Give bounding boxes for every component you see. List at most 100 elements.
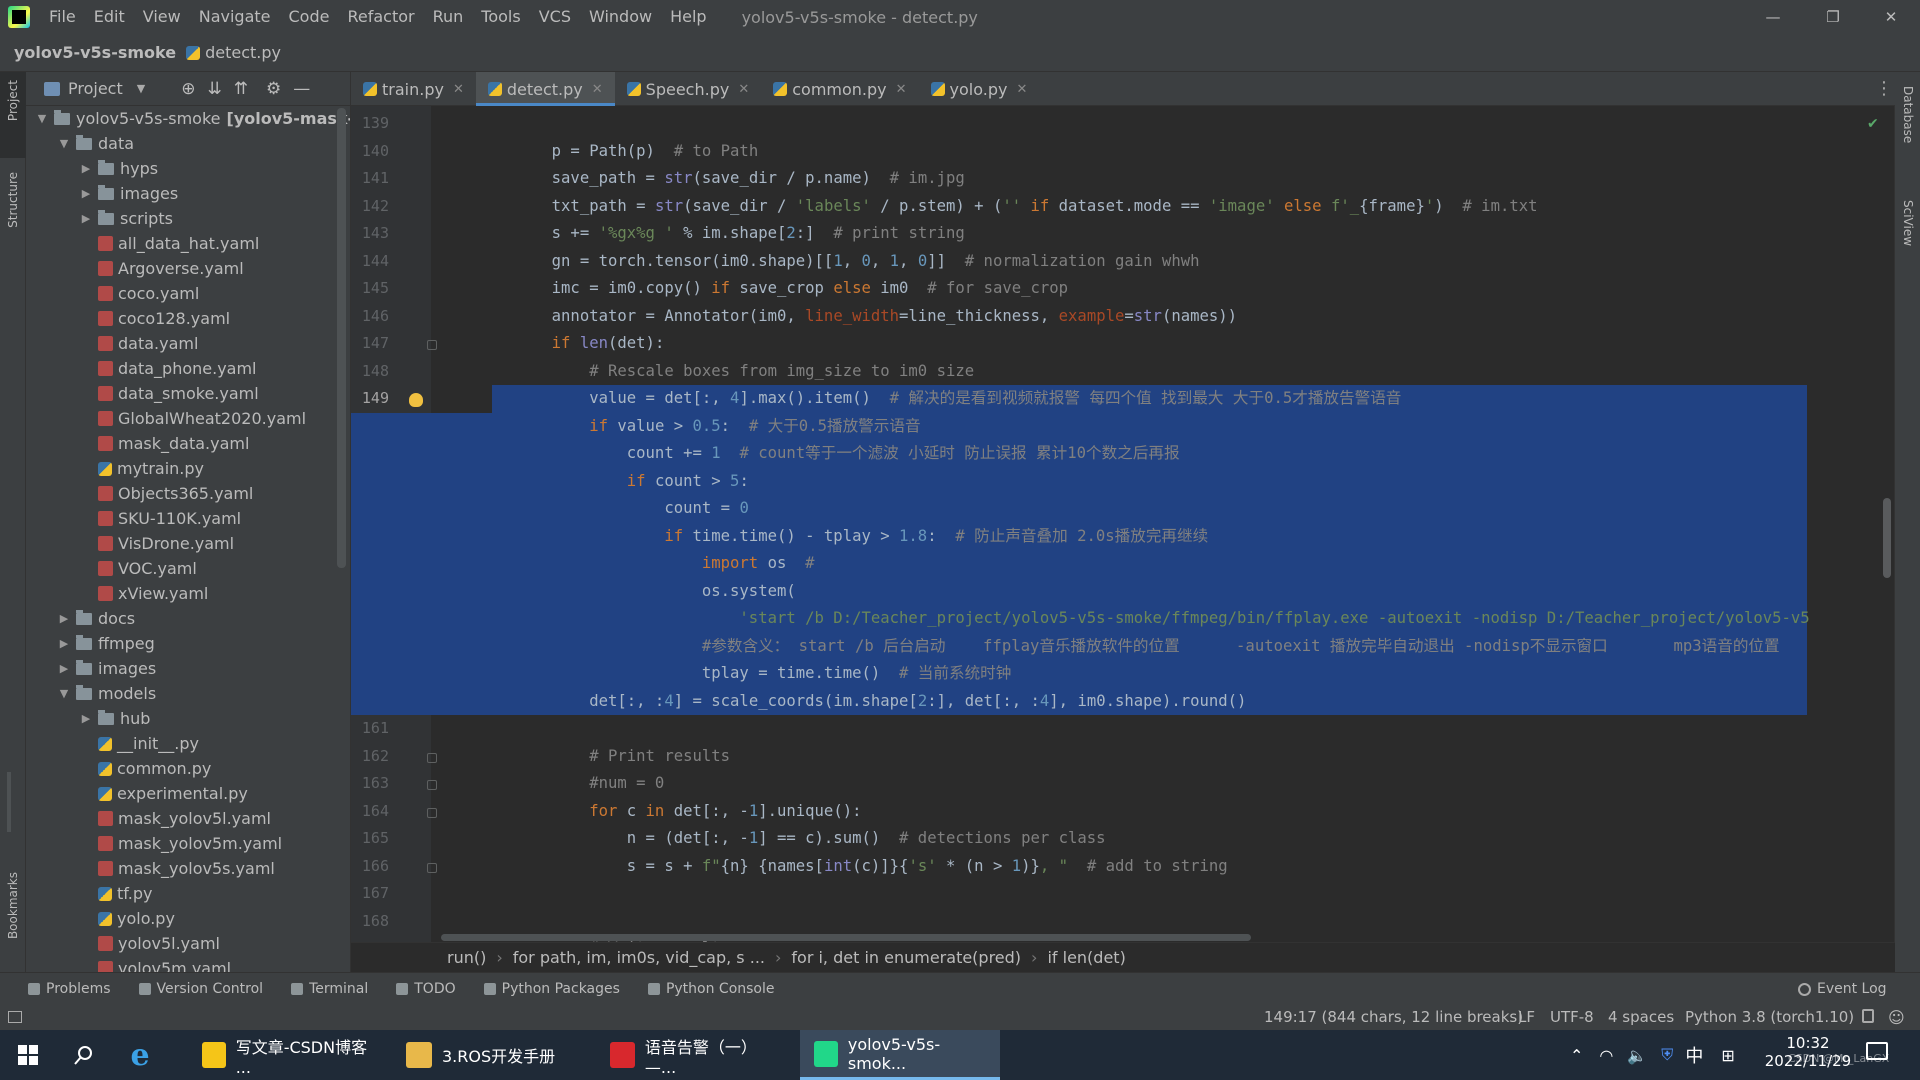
code-line[interactable]: # Rescale boxes from img_size to im0 siz… [439,358,974,385]
ime-indicator[interactable]: 中 [1685,1042,1703,1068]
code-line[interactable]: if value > 0.5: # 大于0.5播放警示语音 [439,413,920,440]
shield-icon[interactable]: ⛨ [1661,1045,1673,1065]
tree-item[interactable]: ▶ hyps [78,156,158,181]
vertical-scrollbar[interactable] [1883,498,1891,578]
fold-marker-icon[interactable] [427,862,437,873]
tree-item[interactable]: data_smoke.yaml [78,381,259,406]
tool-tab-version-control[interactable]: Version Control [138,981,263,997]
indent-setting[interactable]: 4 spaces [1608,1008,1674,1026]
code-line[interactable]: #num = 0 [439,770,664,797]
chevron-down-icon[interactable]: ▼ [56,681,72,706]
minimize-button[interactable]: — [1744,0,1802,34]
line-separator[interactable]: LF [1518,1008,1535,1026]
close-tab-icon[interactable]: ✕ [738,82,749,97]
tree-item[interactable]: ▶ scripts [78,206,173,231]
close-tab-icon[interactable]: ✕ [592,82,603,97]
chevron-right-icon[interactable]: ▶ [56,656,72,681]
tree-item[interactable]: mytrain.py [78,456,204,481]
code-line[interactable]: det[:, :4] = scale_coords(im.shape[2:], … [439,688,1246,715]
python-interpreter[interactable]: Python 3.8 (torch1.10) [1685,1008,1854,1026]
tree-item[interactable]: mask_yolov5m.yaml [78,831,282,856]
horizontal-scrollbar[interactable] [441,934,1251,941]
tree-item[interactable]: ▼ yolov5-v5s-smoke [yolov5-mask-42 [34,106,377,131]
sciview-tool-label[interactable]: SciView [1901,200,1915,246]
expand-all-icon[interactable]: ⇊ [207,79,221,99]
notifications-icon[interactable]: ☺ [1888,1008,1905,1027]
code-line[interactable]: 'start /b D:/Teacher_project/yolov5-v5s-… [439,605,1809,632]
chevron-right-icon[interactable]: ▶ [56,606,72,631]
nav-project-name[interactable]: yolov5-v5s-smoke [14,43,176,62]
code-line[interactable]: gn = torch.tensor(im0.shape)[[1, 0, 1, 0… [439,248,1200,275]
hide-panel-icon[interactable]: — [293,79,310,99]
start-button[interactable] [0,1030,56,1080]
code-line[interactable]: # Print results [439,743,730,770]
code-line[interactable]: save_path = str(save_dir / p.name) # im.… [439,165,965,192]
taskbar-app[interactable]: 语音告警（一）—... [596,1030,796,1080]
close-tab-icon[interactable]: ✕ [1016,82,1027,97]
nav-file[interactable]: detect.py [186,43,281,62]
wifi-icon[interactable]: ◠ [1599,1046,1613,1065]
tree-item[interactable]: common.py [78,756,211,781]
code-area[interactable]: p = Path(p) # to Path save_path = str(sa… [439,106,1895,943]
restore-button[interactable]: ❐ [1804,0,1862,34]
code-line[interactable]: os.system( [439,578,796,605]
code-line[interactable]: value = det[:, 4].max().item() # 解决的是看到视… [439,385,1401,412]
code-line[interactable]: #参数含义： start /b 后台启动 ffplay音乐播放软件的位置 -au… [439,633,1780,660]
tree-item[interactable]: experimental.py [78,781,248,806]
menu-refactor[interactable]: Refactor [338,0,423,34]
database-tool-label[interactable]: Database [1901,86,1915,143]
tree-item[interactable]: Objects365.yaml [78,481,253,506]
project-panel-title[interactable]: Project [68,79,123,98]
tray-expand-icon[interactable]: ⌃ [1570,1046,1583,1065]
locate-icon[interactable]: ⊕ [181,79,195,99]
menu-navigate[interactable]: Navigate [190,0,280,34]
tree-item[interactable]: mask_data.yaml [78,431,249,456]
tool-tab-todo[interactable]: TODO [396,981,456,997]
breadcrumb-item[interactable]: for i, det in enumerate(pred) [791,948,1021,967]
menu-vcs[interactable]: VCS [530,0,580,34]
inspection-ok-icon[interactable]: ✔ [1867,116,1879,132]
lock-icon[interactable] [1862,1009,1874,1023]
volume-icon[interactable]: 🔈 [1627,1046,1647,1065]
code-line[interactable]: if count > 5: [439,468,749,495]
taskbar-app[interactable]: yolov5-v5s-smok... [800,1030,1000,1080]
tree-item[interactable]: ▶ images [56,656,156,681]
tree-item[interactable]: GlobalWheat2020.yaml [78,406,306,431]
lightbulb-icon[interactable] [409,393,423,407]
tree-item[interactable]: yolo.py [78,906,175,931]
event-log-tab[interactable]: Event Log [1798,981,1887,997]
fold-marker-icon[interactable] [427,807,437,818]
project-scrollbar[interactable] [337,108,346,568]
tool-tab-terminal[interactable]: Terminal [291,981,368,997]
tree-item[interactable]: VisDrone.yaml [78,531,234,556]
tree-item[interactable]: ▶ hub [78,706,151,731]
code-line[interactable]: if len(det): [439,330,665,357]
tree-item[interactable]: VOC.yaml [78,556,197,581]
code-line[interactable]: n = (det[:, -1] == c).sum() # detections… [439,825,1106,852]
tree-item[interactable]: coco128.yaml [78,306,230,331]
tool-tab-python-console[interactable]: Python Console [647,981,775,997]
structure-tool-label[interactable]: Structure [6,172,20,228]
code-line[interactable]: for c in det[:, -1].unique(): [439,798,861,825]
menu-window[interactable]: Window [580,0,661,34]
chevron-right-icon[interactable]: ▶ [56,631,72,656]
menu-code[interactable]: Code [280,0,339,34]
menu-file[interactable]: File [40,0,85,34]
code-line[interactable]: annotator = Annotator(im0, line_width=li… [439,303,1237,330]
close-tab-icon[interactable]: ✕ [453,82,464,97]
gear-icon[interactable]: ⚙ [266,79,281,99]
tree-item[interactable]: ▶ docs [56,606,135,631]
tab-train[interactable]: train.py ✕ [351,72,476,106]
code-line[interactable]: if time.time() - tplay > 1.8: # 防止声音叠加 2… [439,523,1208,550]
tool-tab-problems[interactable]: Problems [28,981,111,997]
menu-help[interactable]: Help [661,0,715,34]
tree-item[interactable]: data_phone.yaml [78,356,257,381]
chevron-right-icon[interactable]: ▶ [78,181,94,206]
tree-item[interactable]: data.yaml [78,331,198,356]
bookmarks-tool-label[interactable]: Bookmarks [6,872,20,939]
fold-marker-icon[interactable] [427,752,437,763]
chevron-right-icon[interactable]: ▶ [78,206,94,231]
tree-item[interactable]: ▶ ffmpeg [56,631,155,656]
fold-marker-icon[interactable] [427,340,437,350]
breadcrumb-item[interactable]: if len(det) [1047,948,1125,967]
